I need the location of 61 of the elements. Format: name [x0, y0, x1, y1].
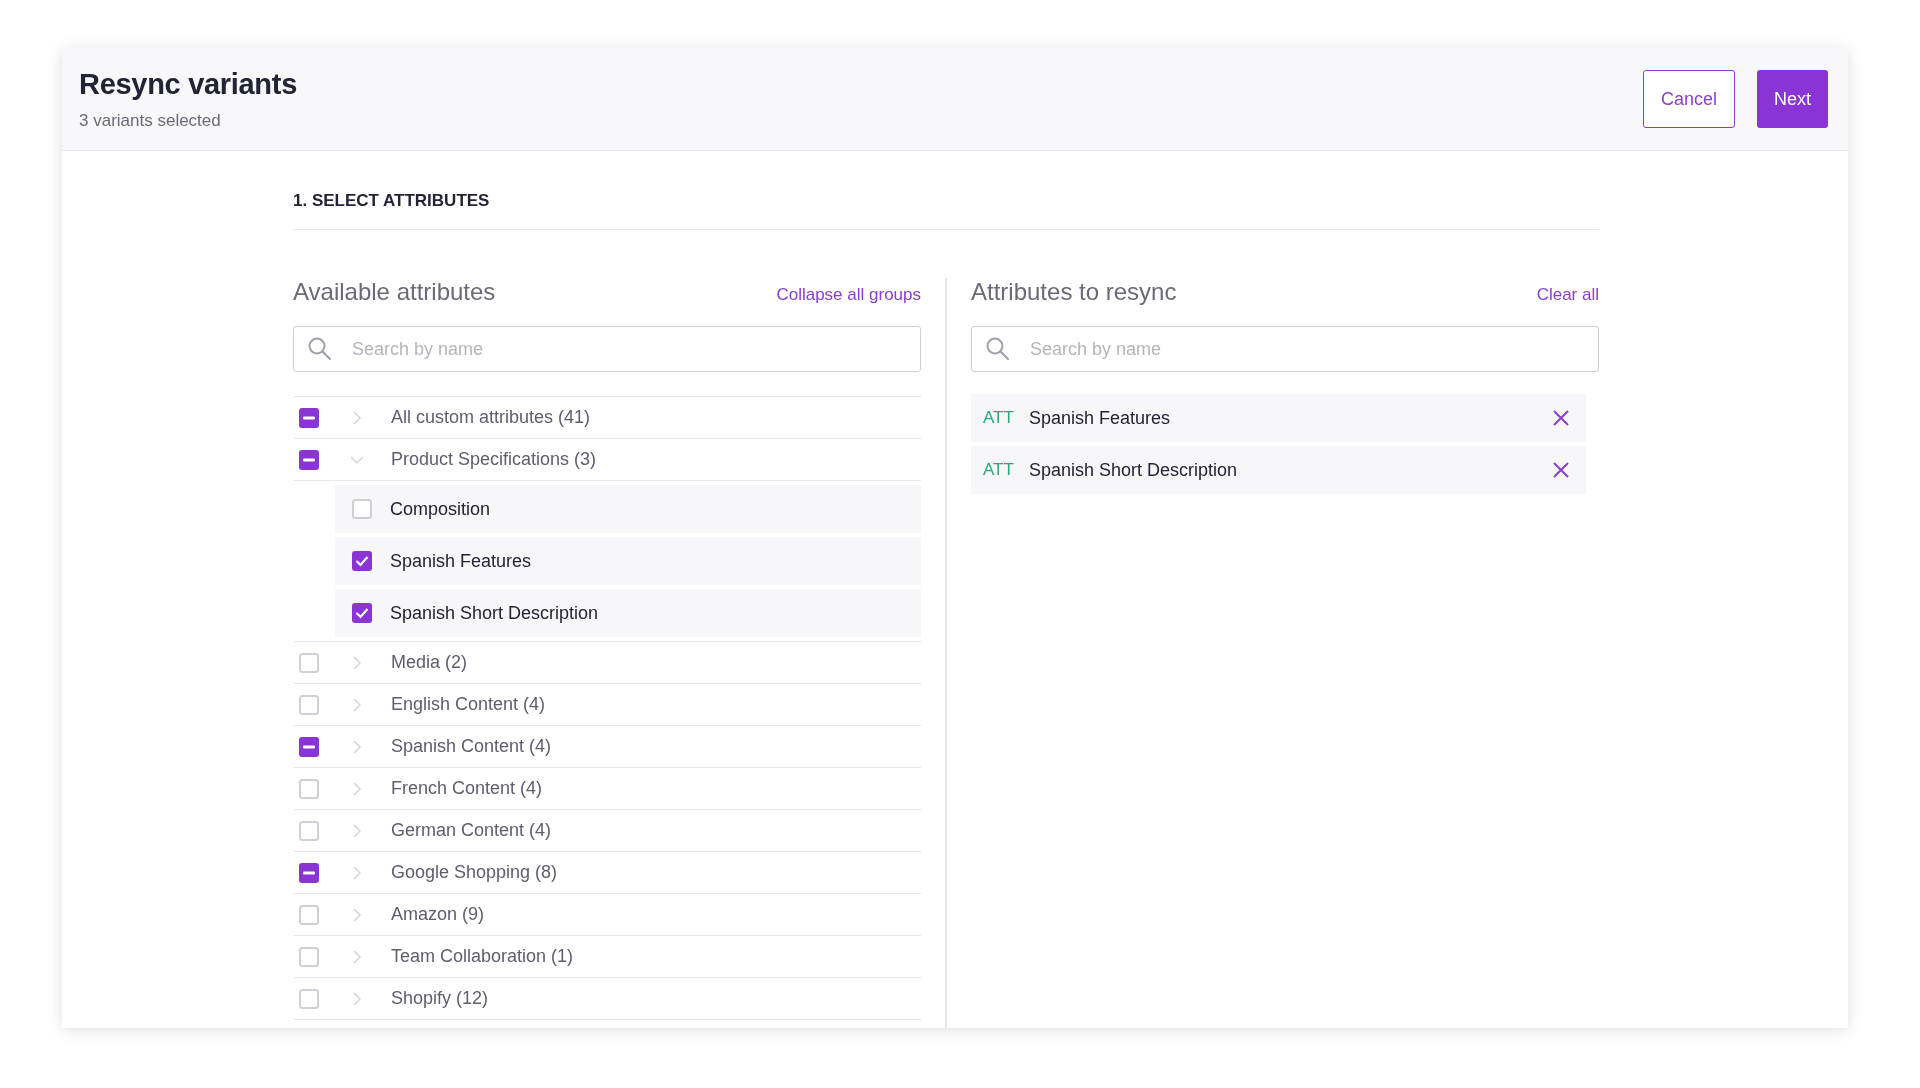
selection-count: 3 variants selected — [79, 110, 222, 131]
group-checkbox[interactable] — [299, 778, 319, 799]
attribute-row[interactable]: Spanish Short Description — [335, 589, 921, 637]
cancel-button[interactable]: Cancel — [1642, 70, 1735, 128]
group-row[interactable]: Media (2) — [293, 642, 921, 684]
group-label: English Content (4) — [391, 694, 546, 715]
attribute-label: Spanish Short Description — [390, 602, 599, 624]
attribute-type-tag: ATT — [983, 460, 1029, 480]
search-field[interactable]: Search by name — [971, 326, 1599, 372]
attribute-checkbox[interactable] — [352, 603, 372, 623]
remove-icon[interactable] — [1552, 461, 1570, 479]
attribute-label: Composition — [390, 498, 491, 520]
group-label: Shopify (12) — [391, 988, 489, 1009]
search-field[interactable]: Search by name — [293, 326, 921, 372]
group-row[interactable]: Team Collaboration (1) — [293, 936, 921, 978]
attribute-label: Spanish Features — [1029, 407, 1172, 429]
group-row[interactable]: English Content (4) — [293, 684, 921, 726]
group-row[interactable]: German Content (4) — [293, 810, 921, 852]
group-checkbox[interactable] — [299, 904, 319, 925]
group-checkbox[interactable] — [299, 862, 319, 883]
group-row[interactable]: French Content (4) — [293, 768, 921, 810]
group-label: All custom attributes (41) — [391, 407, 591, 428]
group-checkbox[interactable] — [299, 820, 319, 841]
dialog-title: Resync variants — [79, 67, 297, 101]
group-label: Product Specifications (3) — [391, 449, 597, 470]
group-row[interactable]: Product Specifications (3) — [293, 439, 921, 481]
attribute-type-tag: ATT — [983, 408, 1029, 428]
group-label: Google Shopping (8) — [391, 862, 558, 883]
search-icon — [985, 336, 1011, 362]
attribute-checkbox[interactable] — [352, 551, 372, 571]
column-heading: Available attributes — [293, 278, 496, 306]
group-row[interactable]: Spanish Content (4) — [293, 726, 921, 768]
attribute-checkbox[interactable] — [352, 499, 372, 519]
column-heading: Attributes to resync — [971, 278, 1177, 306]
group-label: Media (2) — [391, 652, 468, 673]
group-label: German Content (4) — [391, 820, 552, 841]
group-row[interactable]: Google Shopping (8) — [293, 852, 921, 894]
attribute-label: Spanish Short Description — [1029, 459, 1239, 481]
group-row[interactable]: Shopify (12) — [293, 978, 921, 1020]
collapse-groups-link[interactable]: Collapse all groups — [776, 285, 921, 305]
attribute-row[interactable]: Spanish Features — [335, 537, 921, 585]
attribute-label: Spanish Features — [390, 550, 532, 572]
attribute-row[interactable]: Composition — [335, 485, 921, 533]
group-label: Amazon (9) — [391, 904, 485, 925]
remove-icon[interactable] — [1552, 409, 1570, 427]
group-row[interactable]: Amazon (9) — [293, 894, 921, 936]
group-checkbox[interactable] — [299, 946, 319, 967]
section-title: 1. SELECT ATTRIBUTES — [293, 151, 1599, 230]
group-checkbox[interactable] — [299, 988, 319, 1009]
clear-all-link[interactable]: Clear all — [1536, 285, 1599, 305]
search-icon — [307, 336, 333, 362]
group-checkbox[interactable] — [299, 407, 319, 428]
group-checkbox[interactable] — [299, 694, 319, 715]
group-row[interactable]: All custom attributes (41) — [293, 397, 921, 439]
group-label: Spanish Content (4) — [391, 736, 552, 757]
group-label: French Content (4) — [391, 778, 543, 799]
group-checkbox[interactable] — [299, 449, 319, 470]
group-checkbox[interactable] — [299, 736, 319, 757]
next-button[interactable]: Next — [1757, 70, 1828, 128]
group-checkbox[interactable] — [299, 652, 319, 673]
group-label: Team Collaboration (1) — [391, 946, 574, 967]
